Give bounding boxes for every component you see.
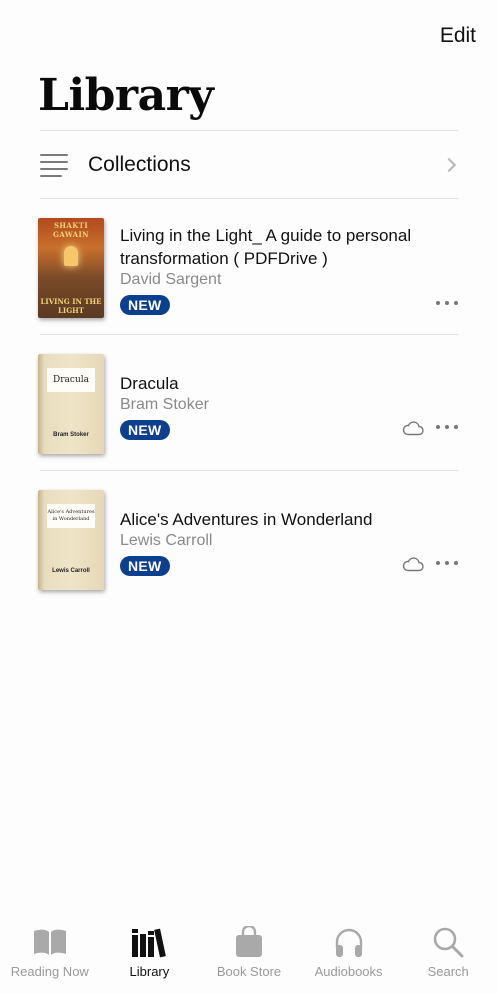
book-cover[interactable]: Dracula Bram Stoker	[38, 354, 104, 454]
headphones-icon	[333, 926, 365, 958]
book-author: David Sargent	[120, 271, 222, 288]
book-row[interactable]: SHAKTI GAWAIN LIVING IN THE LIGHT Living…	[38, 218, 458, 318]
book-title: Alice's Adventures in Wonderland	[120, 510, 373, 529]
divider	[40, 130, 458, 131]
book-row[interactable]: Dracula Bram Stoker Dracula Bram Stoker …	[38, 354, 458, 454]
tab-label: Reading Now	[10, 964, 89, 979]
book-title: Living in the Light_ A guide to personal…	[120, 226, 412, 268]
tab-search[interactable]: Search	[398, 916, 498, 994]
cover-author: Bram Stoker	[53, 432, 89, 438]
cloud-download-icon[interactable]	[402, 556, 424, 572]
more-options-icon[interactable]	[436, 301, 458, 307]
book-row[interactable]: Alice's Adventures in Wonderland Lewis C…	[38, 490, 458, 590]
tab-label: Audiobooks	[314, 964, 383, 979]
book-author: Bram Stoker	[120, 396, 209, 413]
chevron-right-icon	[441, 157, 457, 173]
books-icon	[131, 926, 167, 958]
list-icon	[40, 153, 70, 177]
book-cover[interactable]: SHAKTI GAWAIN LIVING IN THE LIGHT	[38, 218, 104, 318]
collections-label: Collections	[88, 153, 191, 176]
tab-reading-now[interactable]: Reading Now	[0, 916, 100, 994]
book-cover[interactable]: Alice's Adventures in Wonderland Lewis C…	[38, 490, 104, 590]
lamp-art	[64, 246, 78, 266]
search-icon	[432, 926, 464, 958]
divider	[40, 470, 458, 471]
shopping-bag-icon	[234, 926, 264, 958]
divider	[40, 198, 458, 199]
cover-title: SHAKTI GAWAIN	[53, 221, 89, 239]
new-badge: NEW	[120, 556, 170, 576]
book-author: Lewis Carroll	[120, 532, 213, 549]
tab-library[interactable]: Library	[100, 916, 200, 994]
tab-label: Book Store	[216, 964, 282, 979]
cover-author: Lewis Carroll	[52, 568, 90, 574]
tab-label: Library	[129, 964, 170, 979]
cloud-download-icon[interactable]	[402, 420, 424, 436]
more-options-icon[interactable]	[436, 425, 458, 431]
cover-subtitle: LIVING IN THE LIGHT	[40, 297, 102, 315]
cover-title: Dracula	[47, 368, 95, 392]
more-options-icon[interactable]	[436, 561, 458, 567]
book-title: Dracula	[120, 374, 179, 393]
divider	[40, 334, 458, 335]
collections-row[interactable]: Collections	[40, 132, 458, 198]
tab-bar: Reading Now Library Book Store Audiobook…	[0, 916, 498, 994]
new-badge: NEW	[120, 420, 170, 440]
cover-title: Alice's Adventures in Wonderland	[47, 504, 95, 528]
new-badge: NEW	[120, 295, 170, 315]
tab-label: Search	[427, 964, 469, 979]
tab-audiobooks[interactable]: Audiobooks	[299, 916, 399, 994]
page-title: Library	[38, 70, 214, 121]
tab-book-store[interactable]: Book Store	[199, 916, 299, 994]
open-book-icon	[32, 926, 68, 958]
edit-button[interactable]: Edit	[440, 24, 476, 48]
